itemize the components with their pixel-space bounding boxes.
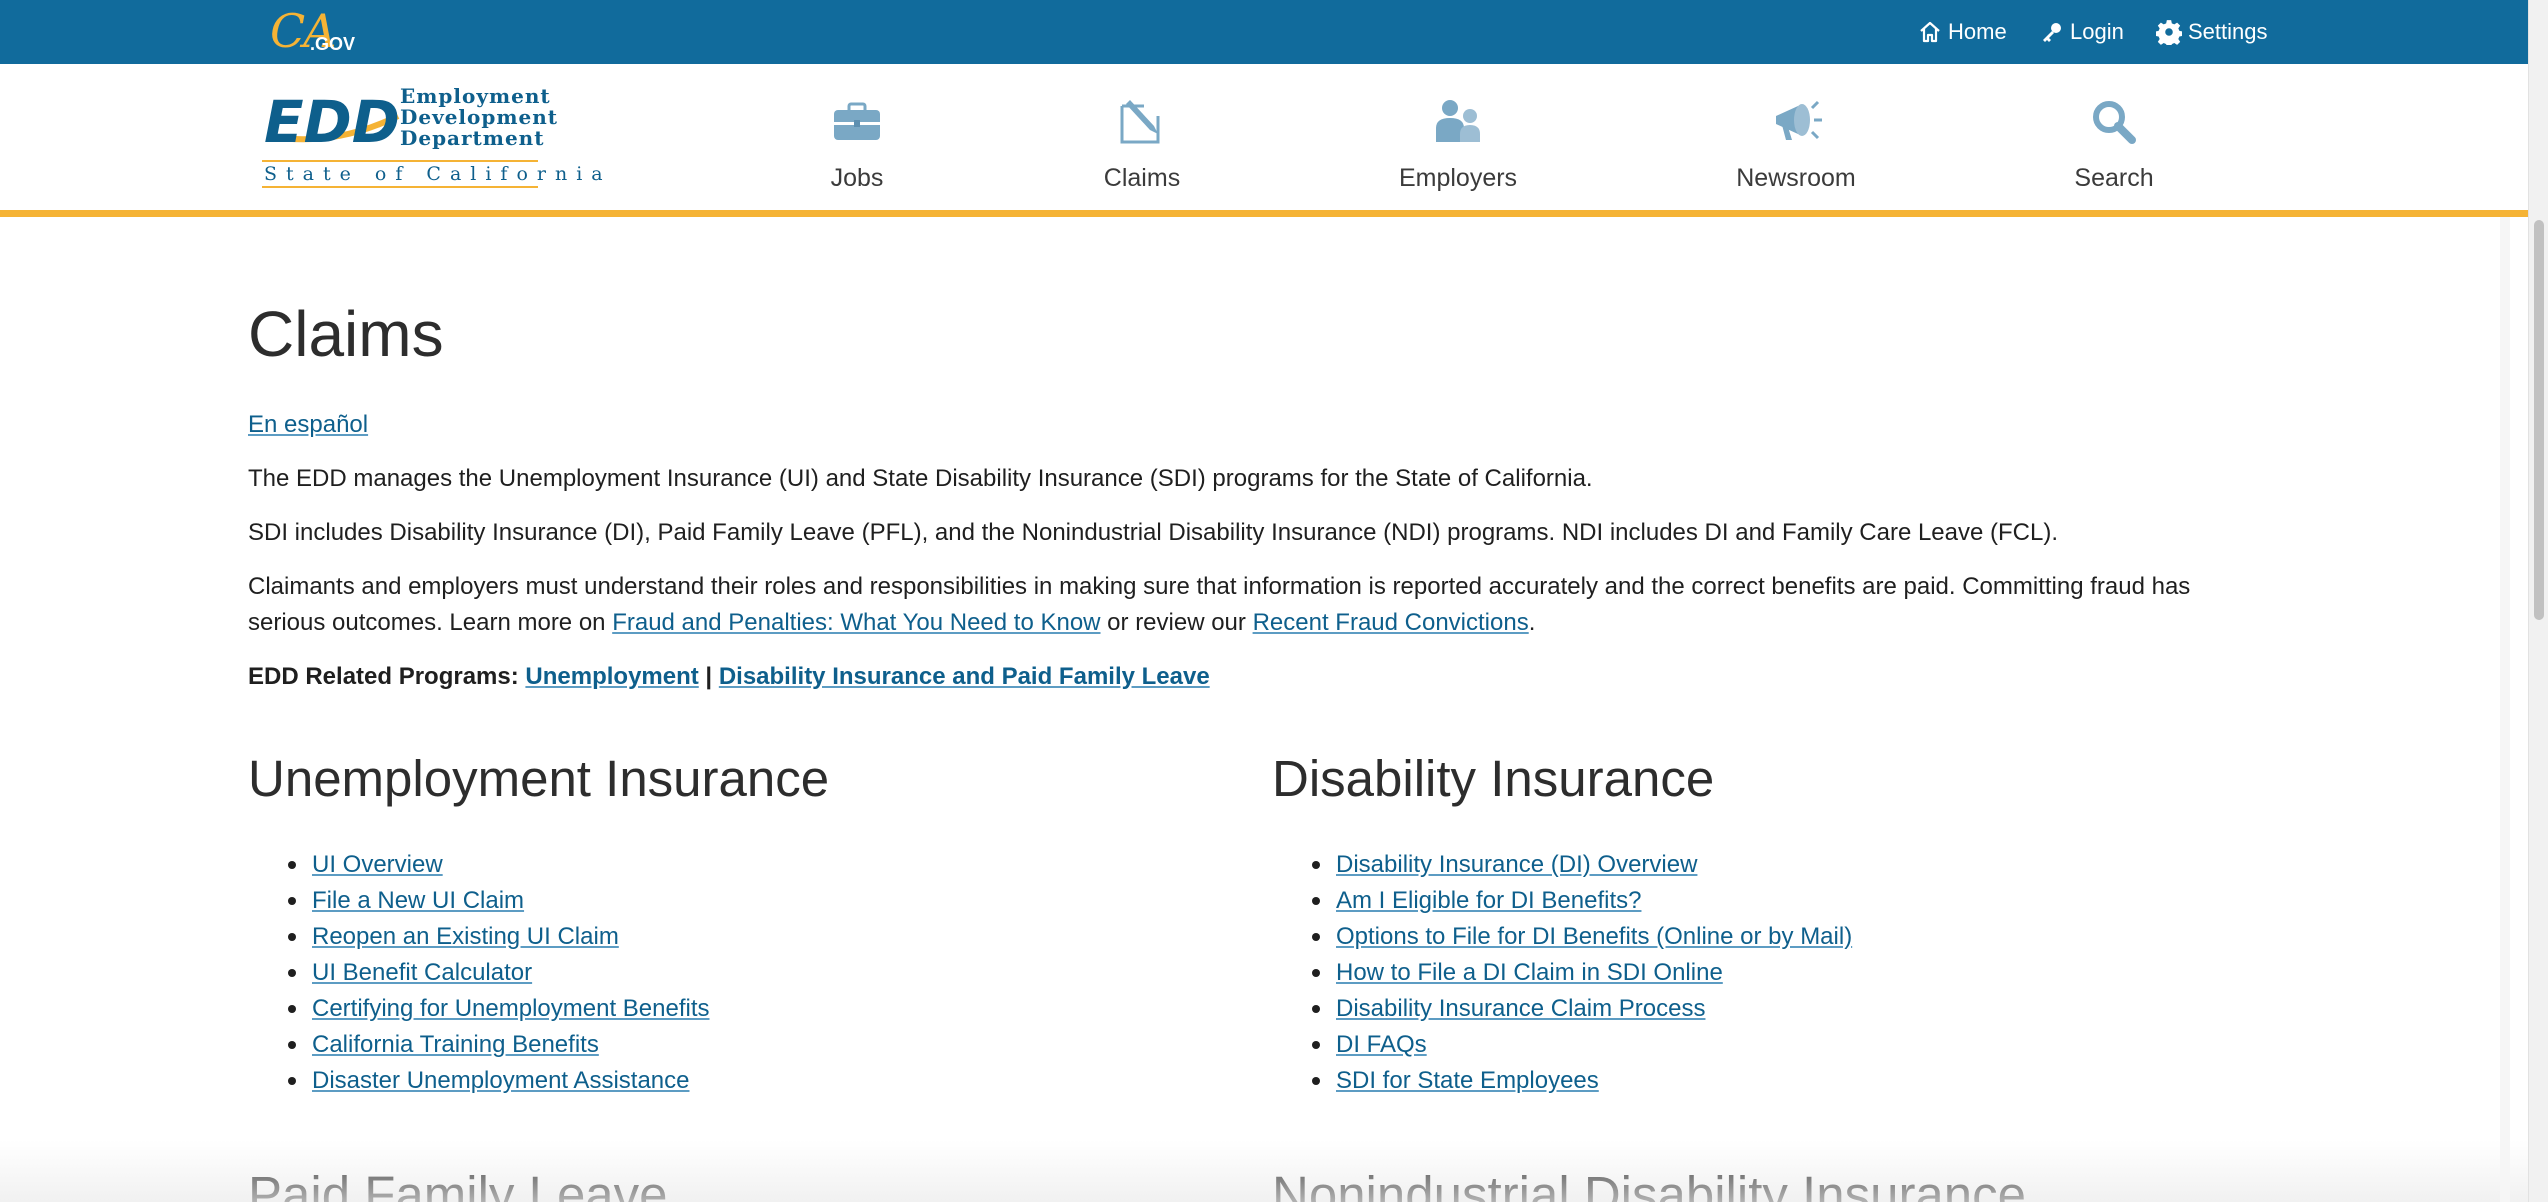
ca-gov-logo[interactable]: CA .GOV [270,4,355,60]
home-icon [1920,21,1940,43]
list-item: SDI for State Employees [1272,1063,1852,1099]
ca-logo-gov: .GOV [310,34,356,54]
di-claim-process-link[interactable]: Disability Insurance Claim Process [1336,995,1705,1022]
list-item: UI Benefit Calculator [248,955,710,991]
login-label: Login [2070,19,2124,44]
unemployment-link[interactable]: Unemployment [525,663,698,690]
list-item: DI FAQs [1272,1027,1852,1063]
page-scrollbar[interactable] [2528,0,2548,1202]
nav-newsroom-label: Newsroom [1736,164,1856,192]
fraud-convictions-link[interactable]: Recent Fraud Convictions [1253,609,1529,636]
briefcase-icon [834,102,880,140]
di-section-heading: Disability Insurance [1272,750,1715,807]
list-item: File a New UI Claim [248,883,710,919]
key-icon [2043,23,2061,42]
nav-search-label: Search [2074,164,2154,192]
login-link[interactable]: Login [2040,14,2124,50]
di-eligible-link[interactable]: Am I Eligible for DI Benefits? [1336,887,1641,914]
di-overview-link[interactable]: Disability Insurance (DI) Overview [1336,851,1697,878]
list-item: Am I Eligible for DI Benefits? [1272,883,1852,919]
ui-section-heading: Unemployment Insurance [248,750,830,807]
intro-paragraph-2: SDI includes Disability Insurance (DI), … [248,519,2059,546]
settings-link[interactable]: Settings [2156,14,2268,50]
nav-employers[interactable]: Employers [1358,88,1558,200]
spanish-link-row: En español [248,407,2228,443]
list-item: Reopen an Existing UI Claim [248,919,710,955]
related-programs: EDD Related Programs: Unemployment | Dis… [248,659,2228,695]
sdi-state-employees-link[interactable]: SDI for State Employees [1336,1067,1599,1094]
ui-benefit-calculator-link[interactable]: UI Benefit Calculator [312,959,532,986]
edd-logo[interactable]: EDD Employment Development Department St… [262,84,603,190]
fraud-penalties-link[interactable]: Fraud and Penalties: What You Need to Kn… [612,609,1100,636]
di-faqs-link[interactable]: DI FAQs [1336,1031,1427,1058]
nav-search[interactable]: Search [2014,88,2214,200]
related-separator: | [698,663,719,690]
en-espanol-link[interactable]: En español [248,411,368,438]
intro-paragraph-1: The EDD manages the Unemployment Insuran… [248,465,1593,492]
scrollbar-thumb[interactable] [2534,220,2544,620]
ui-overview-link[interactable]: UI Overview [312,851,443,878]
nav-jobs[interactable]: Jobs [757,88,957,200]
list-item: UI Overview [248,847,710,883]
claims-icon [1120,100,1160,144]
disaster-unemployment-link[interactable]: Disaster Unemployment Assistance [312,1067,689,1094]
search-icon [2093,101,2136,144]
nav-newsroom[interactable]: Newsroom [1696,88,1896,200]
di-link-list: Disability Insurance (DI) Overview Am I … [1272,847,1852,1099]
settings-label: Settings [2188,19,2268,44]
nav-claims[interactable]: Claims [1042,88,1242,200]
list-item: Disaster Unemployment Assistance [248,1063,710,1099]
certifying-benefits-link[interactable]: Certifying for Unemployment Benefits [312,995,710,1022]
list-item: California Training Benefits [248,1027,710,1063]
top-utility-bar: CA .GOV Home Login Settings [0,0,2528,64]
edd-mark-text: EDD [264,88,400,156]
ndi-section-heading: Nonindustrial Disability Insurance [1272,1166,2027,1202]
nav-jobs-label: Jobs [830,164,884,192]
content-scroll-track [2500,217,2510,1202]
nav-claims-label: Claims [1103,164,1181,192]
list-item: Disability Insurance (DI) Overview [1272,847,1852,883]
list-item: Disability Insurance Claim Process [1272,991,1852,1027]
di-pfl-link[interactable]: Disability Insurance and Paid Family Lea… [719,663,1210,690]
edd-state-label: State of California [262,160,603,188]
p3-text-end: . [1528,609,1536,636]
intro-paragraph-3: Claimants and employers must understand … [248,569,2228,641]
ui-link-list: UI Overview File a New UI Claim Reopen a… [248,847,710,1099]
home-label: Home [1948,19,2007,44]
list-item: Options to File for DI Benefits (Online … [1272,919,1852,955]
p3-text-mid: or review our [1100,609,1253,636]
edd-name-line1: Employment [400,84,551,108]
di-file-options-link[interactable]: Options to File for DI Benefits (Online … [1336,923,1852,950]
reopen-ui-claim-link[interactable]: Reopen an Existing UI Claim [312,923,619,950]
list-item: Certifying for Unemployment Benefits [248,991,710,1027]
california-training-benefits-link[interactable]: California Training Benefits [312,1031,599,1058]
gear-icon [2156,20,2182,45]
related-programs-label: EDD Related Programs: [248,663,526,690]
edd-name-line3: Department [400,126,545,150]
edd-mark: EDD [264,88,400,156]
edd-name-line2: Development [400,105,559,129]
megaphone-icon [1776,100,1822,140]
nav-accent-border [0,210,2528,217]
edd-name: Employment Development Department [400,84,559,150]
people-icon [1436,100,1480,142]
home-link[interactable]: Home [1918,14,2007,50]
nav-employers-label: Employers [1398,164,1518,192]
page-title: Claims [248,298,444,370]
pfl-section-heading: Paid Family Leave [248,1166,668,1202]
di-sdi-online-link[interactable]: How to File a DI Claim in SDI Online [1336,959,1723,986]
list-item: How to File a DI Claim in SDI Online [1272,955,1852,991]
file-new-ui-claim-link[interactable]: File a New UI Claim [312,887,524,914]
